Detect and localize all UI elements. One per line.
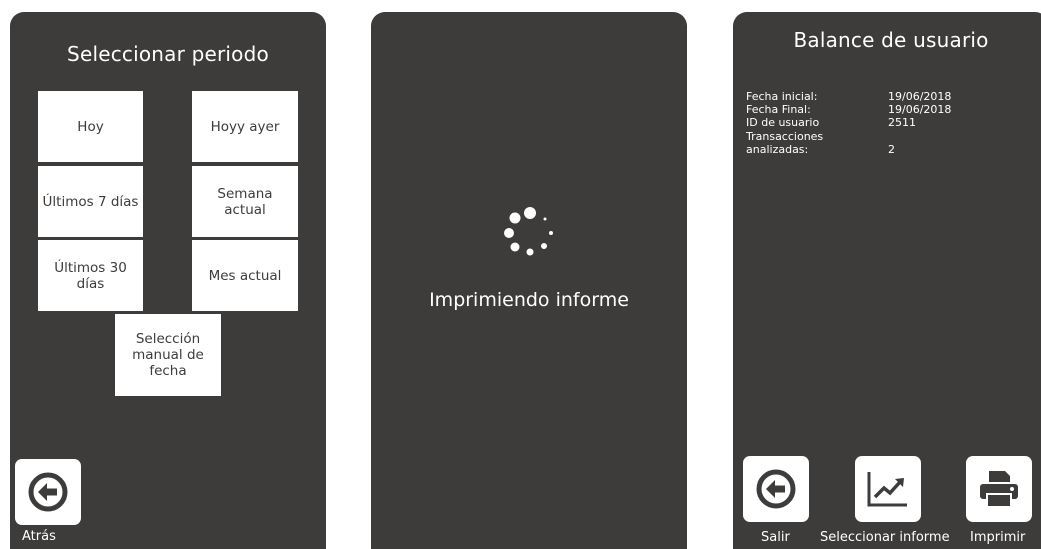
back-label: Atrás (22, 529, 56, 544)
info-label: Fecha Final: (746, 103, 811, 117)
print-label: Imprimir (970, 530, 1026, 545)
line-chart-icon (867, 472, 907, 507)
balance-info: Fecha inicial: 19/06/2018 Fecha Final: 1… (746, 90, 1036, 156)
select-report-button[interactable] (855, 456, 921, 522)
printer-icon (980, 471, 1018, 508)
info-row-end-date: Fecha Final: 19/06/2018 (746, 103, 1036, 116)
option-current-week[interactable]: Semana actual (192, 166, 298, 237)
arrow-left-circle-icon (28, 472, 68, 512)
print-button[interactable] (966, 456, 1032, 522)
option-today-yesterday[interactable]: Hoyy ayer (192, 91, 298, 162)
option-last-30-days[interactable]: Últimos 30 días (38, 240, 143, 311)
info-value: 2 (888, 142, 895, 156)
info-row-start-date: Fecha inicial: 19/06/2018 (746, 90, 1036, 103)
info-value: 19/06/2018 (888, 90, 952, 103)
info-row-user-id: ID de usuario 2511 (746, 116, 1036, 129)
info-label: Fecha inicial: (746, 90, 818, 103)
info-value: 2511 (888, 116, 916, 130)
printing-message: Imprimiendo informe (429, 289, 629, 311)
option-last-7-days[interactable]: Últimos 7 días (38, 166, 143, 237)
period-selection-panel: Seleccionar periodo Hoy Hoyy ayer Último… (10, 12, 326, 549)
info-label: Transacciones analizadas: (746, 129, 824, 156)
option-today[interactable]: Hoy (38, 91, 143, 162)
option-manual-date[interactable]: Selección manual de fecha (115, 314, 221, 396)
info-value: 19/06/2018 (888, 103, 952, 117)
loading-spinner-icon (504, 207, 553, 256)
exit-button[interactable] (743, 456, 809, 522)
arrow-left-circle-icon (756, 469, 796, 509)
select-report-label: Seleccionar informe (820, 530, 950, 545)
exit-label: Salir (761, 530, 790, 545)
user-balance-panel: Balance de usuario Fecha inicial: 19/06/… (733, 12, 1041, 549)
printing-panel: Imprimiendo informe (371, 12, 687, 549)
period-title: Seleccionar periodo (67, 42, 269, 66)
info-row-transactions: Transacciones analizadas: 2 (746, 130, 1036, 156)
back-button[interactable] (15, 459, 81, 525)
balance-title: Balance de usuario (793, 28, 989, 52)
option-current-month[interactable]: Mes actual (192, 240, 298, 311)
info-label: ID de usuario (746, 116, 820, 130)
